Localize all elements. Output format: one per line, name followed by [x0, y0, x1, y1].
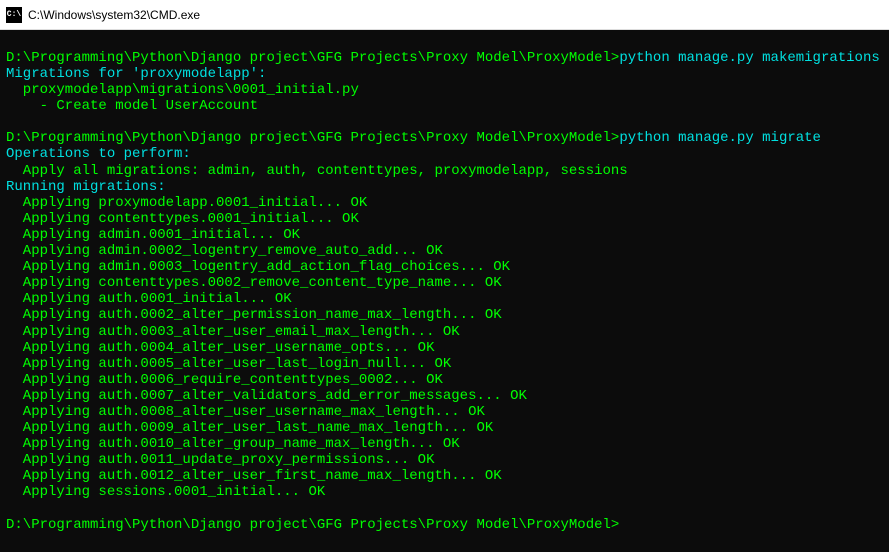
command-text: python manage.py migrate [619, 130, 821, 146]
terminal-line: Running migrations: [6, 179, 883, 195]
terminal-line: Applying proxymodelapp.0001_initial... O… [6, 195, 883, 211]
terminal-line: Applying auth.0011_update_proxy_permissi… [6, 452, 883, 468]
window-title: C:\Windows\system32\CMD.exe [28, 8, 200, 22]
terminal-line: Applying auth.0007_alter_validators_add_… [6, 388, 883, 404]
terminal-line: Applying admin.0001_initial... OK [6, 227, 883, 243]
terminal-line: Applying admin.0002_logentry_remove_auto… [6, 243, 883, 259]
cursor [619, 519, 627, 533]
terminal-line: Migrations for 'proxymodelapp': [6, 66, 883, 82]
terminal-line: - Create model UserAccount [6, 98, 883, 114]
terminal-line: Applying auth.0009_alter_user_last_name_… [6, 420, 883, 436]
terminal-line: Applying sessions.0001_initial... OK [6, 484, 883, 500]
terminal-line: Operations to perform: [6, 146, 883, 162]
terminal-line: proxymodelapp\migrations\0001_initial.py [6, 82, 883, 98]
prompt-path: D:\Programming\Python\Django project\GFG… [6, 130, 619, 146]
terminal-line: Applying auth.0006_require_contenttypes_… [6, 372, 883, 388]
terminal-line: Applying auth.0010_alter_group_name_max_… [6, 436, 883, 452]
terminal-line: D:\Programming\Python\Django project\GFG… [6, 130, 883, 146]
window-titlebar: C:\ C:\Windows\system32\CMD.exe [0, 0, 889, 30]
terminal-line: Applying auth.0005_alter_user_last_login… [6, 356, 883, 372]
prompt-path: D:\Programming\Python\Django project\GFG… [6, 50, 619, 66]
migration-list: Applying proxymodelapp.0001_initial... O… [6, 195, 883, 501]
cmd-icon: C:\ [6, 7, 22, 23]
terminal-line: Applying auth.0008_alter_user_username_m… [6, 404, 883, 420]
terminal-line: Applying auth.0012_alter_user_first_name… [6, 468, 883, 484]
terminal-line: Apply all migrations: admin, auth, conte… [6, 163, 883, 179]
terminal-line: Applying contenttypes.0001_initial... OK [6, 211, 883, 227]
terminal-line: Applying auth.0003_alter_user_email_max_… [6, 324, 883, 340]
terminal-line: D:\Programming\Python\Django project\GFG… [6, 517, 883, 533]
terminal-line: Applying admin.0003_logentry_add_action_… [6, 259, 883, 275]
command-text: python manage.py makemigrations [619, 50, 879, 66]
terminal-line: Applying auth.0002_alter_permission_name… [6, 307, 883, 323]
terminal-line: Applying auth.0001_initial... OK [6, 291, 883, 307]
terminal-line: Applying contenttypes.0002_remove_conten… [6, 275, 883, 291]
prompt-path: D:\Programming\Python\Django project\GFG… [6, 517, 619, 533]
terminal-line: Applying auth.0004_alter_user_username_o… [6, 340, 883, 356]
terminal-line: D:\Programming\Python\Django project\GFG… [6, 50, 883, 66]
terminal-body[interactable]: D:\Programming\Python\Django project\GFG… [0, 30, 889, 552]
